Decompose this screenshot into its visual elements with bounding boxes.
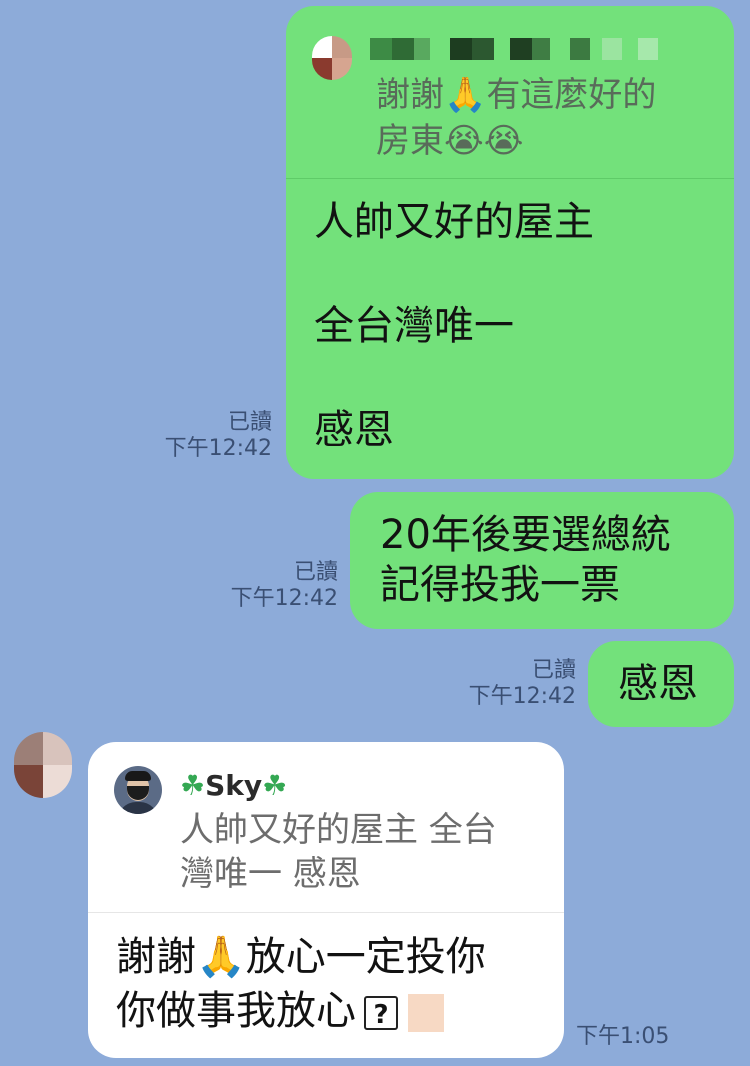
quoted-text: 人帥又好的屋主 全台 灣唯一 感恩 [180, 808, 540, 896]
quoted-sender-name-text: Sky [205, 769, 263, 802]
message-line-blank [314, 352, 594, 404]
message-line-text: 你做事我放心 [116, 988, 356, 1034]
message-time: 下午1:05 [576, 1024, 670, 1049]
skin-tone-modifier-icon [408, 994, 444, 1032]
clover-icon: ☘ [262, 769, 288, 802]
message-text: 20年後要選總統 記得投我一票 [380, 510, 671, 610]
message-meta: 已讀 下午12:42 [140, 410, 272, 463]
reply-quote[interactable]: ☘Sky☘ 人帥又好的屋主 全台 灣唯一 感恩 [88, 742, 564, 913]
quoted-text: 謝謝🙏有這麼好的 房東😭😭 [376, 72, 706, 164]
message-text: 人帥又好的屋主 全台灣唯一 感恩 [314, 196, 594, 456]
message-line: 20年後要選總統 [380, 512, 671, 558]
sender-avatar[interactable] [14, 732, 72, 798]
quoted-text-line: 灣唯一 感恩 [180, 854, 361, 894]
message-text: 感恩 [618, 661, 698, 707]
message-line: 全台灣唯一 [314, 303, 514, 349]
message-time: 下午12:42 [230, 586, 338, 612]
quoted-sender-avatar [114, 766, 162, 814]
message-line: 人帥又好的屋主 [314, 199, 594, 245]
message-line-blank [314, 248, 594, 300]
outgoing-message-bubble[interactable]: 感恩 [588, 641, 734, 727]
read-receipt: 已讀 [531, 658, 576, 683]
message-text: 謝謝🙏放心一定投你 你做事我放心? [116, 930, 486, 1038]
message-line: 謝謝🙏放心一定投你 [116, 934, 486, 980]
read-receipt: 已讀 [227, 410, 272, 435]
quoted-sender-name: ☘Sky☘ [180, 768, 287, 804]
message-line: 你做事我放心? [116, 984, 486, 1038]
quoted-text-line: 人帥又好的屋主 全台 [180, 810, 497, 850]
message-time: 下午12:42 [468, 684, 576, 710]
message-line: 記得投我一票 [380, 562, 620, 608]
message-meta: 已讀 下午12:42 [200, 560, 338, 613]
message-meta: 已讀 下午12:42 [440, 658, 576, 711]
reply-quote[interactable]: 謝謝🙏有這麼好的 房東😭😭 [286, 6, 734, 179]
incoming-message-bubble[interactable]: ☘Sky☘ 人帥又好的屋主 全台 灣唯一 感恩 謝謝🙏放心一定投你 你做事我放心… [88, 742, 564, 1058]
read-receipt: 已讀 [293, 560, 338, 585]
quoted-sender-avatar [312, 36, 352, 80]
quoted-text-line: 謝謝🙏有這麼好的 [376, 75, 657, 115]
message-time: 下午12:42 [164, 436, 272, 462]
outgoing-message-bubble[interactable]: 20年後要選總統 記得投我一票 [350, 492, 734, 629]
unknown-character-icon: ? [364, 996, 398, 1030]
quoted-text-line: 房東😭😭 [376, 121, 524, 161]
quoted-sender-name-redacted [370, 38, 680, 64]
message-line: 感恩 [314, 407, 394, 453]
clover-icon: ☘ [180, 769, 206, 802]
outgoing-message-bubble[interactable]: 謝謝🙏有這麼好的 房東😭😭 人帥又好的屋主 全台灣唯一 感恩 [286, 6, 734, 479]
